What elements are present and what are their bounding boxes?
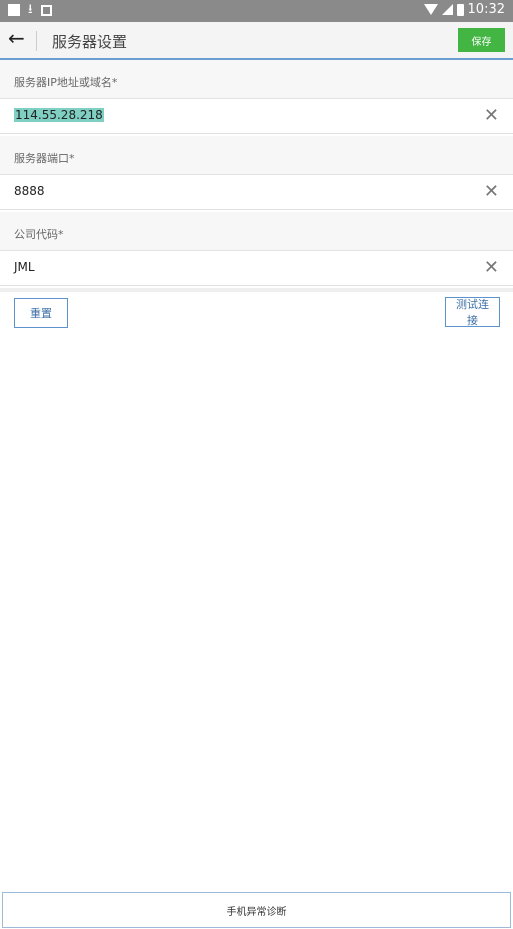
field-label-area [0, 136, 513, 174]
divider [36, 31, 37, 51]
test-connection-button[interactable]: 测试连接 [445, 297, 500, 327]
download-icon: ⭳ [28, 2, 33, 17]
server-port-field[interactable]: 8888 ✕ [0, 174, 513, 210]
company-code-field[interactable]: JML ✕ [0, 250, 513, 286]
server-port-label: 服务器端口* [14, 152, 75, 165]
wifi-icon [423, 4, 438, 15]
server-ip-field[interactable]: 114.55.28.218 ✕ [0, 98, 513, 134]
close-icon[interactable]: ✕ [484, 183, 499, 201]
field-label-area [0, 212, 513, 250]
company-code-value[interactable]: JML [14, 260, 35, 274]
back-arrow-icon[interactable]: ← [8, 26, 25, 50]
status-time: 10:32 [467, 2, 505, 17]
company-code-label: 公司代码* [14, 228, 64, 241]
app-bar: ← 服务器设置 保存 [0, 22, 513, 60]
save-button[interactable]: 保存 [458, 28, 505, 52]
server-ip-label: 服务器IP地址或域名* [14, 76, 118, 89]
divider [0, 288, 513, 292]
close-icon[interactable]: ✕ [484, 259, 499, 277]
server-port-value[interactable]: 8888 [14, 184, 45, 198]
battery-icon [456, 3, 464, 16]
diagnose-button[interactable]: 手机异常诊断 [2, 892, 511, 928]
page-title: 服务器设置 [52, 33, 128, 51]
close-icon[interactable]: ✕ [484, 107, 499, 125]
signal-icon [441, 4, 453, 15]
reset-button[interactable]: 重置 [14, 298, 68, 328]
server-ip-value[interactable]: 114.55.28.218 [14, 108, 104, 122]
image-icon [40, 4, 52, 16]
notification-icon [8, 4, 20, 16]
status-bar: ⭳ 10:32 [0, 0, 513, 22]
